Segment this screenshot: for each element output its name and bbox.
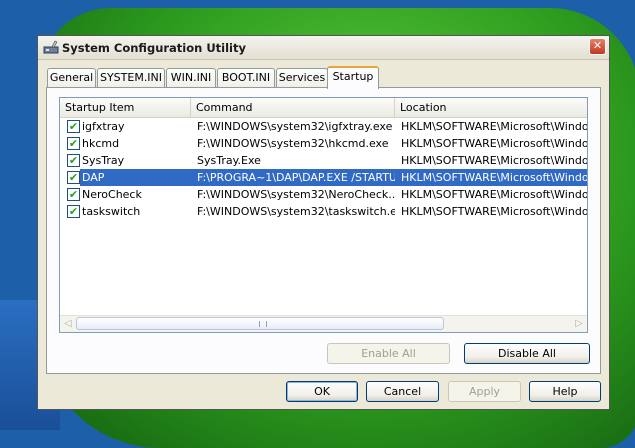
- check-icon: ✔: [68, 205, 79, 218]
- list-row-igfxtray[interactable]: ✔ igfxtray F:\WINDOWS\system32\igfxtray.…: [60, 118, 587, 135]
- list-row-taskswitch[interactable]: ✔ taskswitch F:\WINDOWS\system32\taskswi…: [60, 203, 587, 220]
- startup-item-checkbox[interactable]: ✔: [67, 154, 80, 167]
- startup-item-checkbox[interactable]: ✔: [67, 171, 80, 184]
- close-icon: ✕: [592, 39, 603, 52]
- cell-command: F:\WINDOWS\system32\taskswitch.exe: [197, 205, 395, 218]
- cell-location: HKLM\SOFTWARE\Microsoft\Windows\C: [401, 171, 588, 184]
- check-icon: ✔: [68, 188, 79, 201]
- column-header-startup-item[interactable]: Startup Item: [60, 98, 191, 117]
- cell-command: F:\WINDOWS\system32\hkcmd.exe: [197, 137, 389, 150]
- startup-item-checkbox[interactable]: ✔: [67, 120, 80, 133]
- check-icon: ✔: [68, 120, 79, 133]
- scrollbar-thumb[interactable]: [76, 317, 444, 330]
- system-configuration-window: System Configuration Utility ✕ General S…: [37, 35, 610, 410]
- cell-command: F:\WINDOWS\system32\igfxtray.exe: [197, 120, 393, 133]
- cell-startup-item: hkcmd: [82, 137, 120, 150]
- check-icon: ✔: [68, 154, 79, 167]
- tab-services[interactable]: Services: [276, 68, 328, 87]
- close-button[interactable]: ✕: [589, 38, 606, 55]
- cell-location: HKLM\SOFTWARE\Microsoft\Windows\C: [401, 120, 588, 133]
- disable-all-button[interactable]: Disable All: [464, 343, 590, 364]
- cell-command: F:\PROGRA~1\DAP\DAP.EXE /STARTUP: [197, 171, 395, 184]
- column-header-location[interactable]: Location: [395, 98, 587, 117]
- cell-location: HKLM\SOFTWARE\Microsoft\Windows\C: [401, 205, 588, 218]
- cell-startup-item: taskswitch: [82, 205, 141, 218]
- column-header-command[interactable]: Command: [191, 98, 395, 117]
- cell-location: HKLM\SOFTWARE\Microsoft\Windows\C: [401, 188, 588, 201]
- enable-all-button[interactable]: Enable All: [327, 343, 450, 364]
- tab-startup[interactable]: Startup: [327, 66, 379, 89]
- cell-startup-item: DAP: [82, 171, 105, 184]
- list-row-dap[interactable]: ✔ DAP F:\PROGRA~1\DAP\DAP.EXE /STARTUP H…: [60, 169, 587, 186]
- horizontal-scrollbar[interactable]: ◁ ▷: [60, 315, 587, 332]
- startup-item-checkbox[interactable]: ✔: [67, 137, 80, 150]
- cell-startup-item: igfxtray: [82, 120, 125, 133]
- scroll-right-icon[interactable]: ▷: [572, 317, 586, 331]
- grip-icon: [259, 321, 267, 327]
- cell-command: F:\WINDOWS\system32\NeroCheck....: [197, 188, 395, 201]
- cell-location: HKLM\SOFTWARE\Microsoft\Windows\C: [401, 154, 588, 167]
- tab-boot-ini[interactable]: BOOT.INI: [217, 68, 275, 87]
- check-icon: ✔: [68, 137, 79, 150]
- cell-startup-item: NeroCheck: [82, 188, 142, 201]
- startup-item-checkbox[interactable]: ✔: [67, 188, 80, 201]
- msconfig-app-icon: [43, 40, 59, 54]
- list-row-systray[interactable]: ✔ SysTray SysTray.Exe HKLM\SOFTWARE\Micr…: [60, 152, 587, 169]
- scroll-left-icon[interactable]: ◁: [61, 317, 75, 331]
- list-row-hkcmd[interactable]: ✔ hkcmd F:\WINDOWS\system32\hkcmd.exe HK…: [60, 135, 587, 152]
- list-row-nerocheck[interactable]: ✔ NeroCheck F:\WINDOWS\system32\NeroChec…: [60, 186, 587, 203]
- startup-tab-panel: Startup Item Command Location ✔ igfxtray…: [46, 87, 601, 374]
- window-title: System Configuration Utility: [62, 41, 246, 55]
- check-icon: ✔: [68, 171, 79, 184]
- tab-general[interactable]: General: [47, 68, 96, 87]
- startup-item-checkbox[interactable]: ✔: [67, 205, 80, 218]
- tab-win-ini[interactable]: WIN.INI: [166, 68, 216, 87]
- cell-location: HKLM\SOFTWARE\Microsoft\Windows\C: [401, 137, 588, 150]
- help-button[interactable]: Help: [529, 381, 601, 402]
- apply-button[interactable]: Apply: [448, 381, 521, 402]
- startup-list[interactable]: Startup Item Command Location ✔ igfxtray…: [59, 97, 588, 333]
- cancel-button[interactable]: Cancel: [366, 381, 439, 402]
- ok-button[interactable]: OK: [286, 381, 358, 402]
- tab-system-ini[interactable]: SYSTEM.INI: [97, 68, 165, 87]
- cell-command: SysTray.Exe: [197, 154, 261, 167]
- list-header: Startup Item Command Location: [60, 98, 587, 118]
- title-bar[interactable]: System Configuration Utility ✕: [38, 36, 609, 60]
- cell-startup-item: SysTray: [82, 154, 125, 167]
